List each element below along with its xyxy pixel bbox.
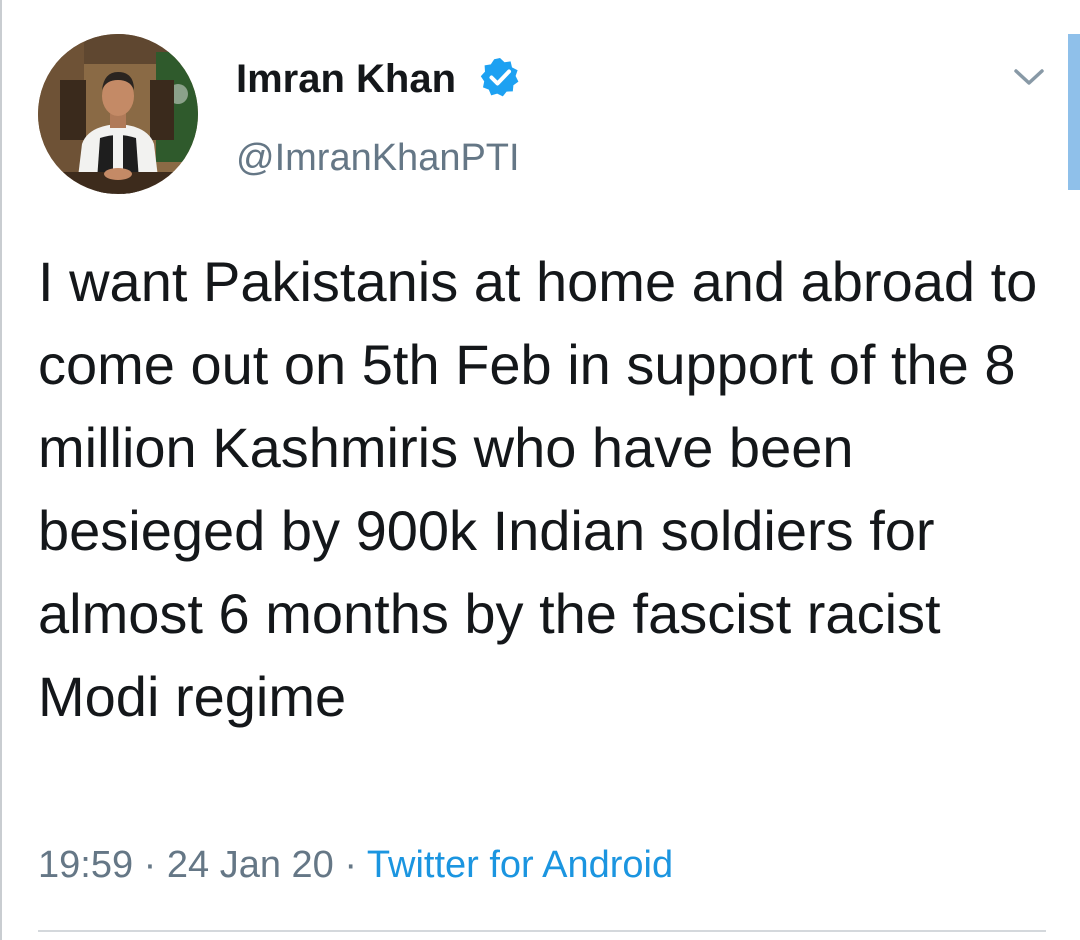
- tweet-text: I want Pakistanis at home and abroad to …: [38, 250, 1038, 728]
- verified-badge-icon: [480, 58, 519, 97]
- meta-separator: ·: [143, 844, 157, 886]
- user-handle[interactable]: @ImranKhanPTI: [236, 136, 520, 180]
- tweet-time[interactable]: 19:59: [38, 844, 133, 886]
- avatar[interactable]: [38, 34, 198, 194]
- tweet-metadata: 19:59 · 24 Jan 20 · Twitter for Android: [38, 842, 673, 888]
- divider: [38, 930, 1046, 932]
- tweet-date[interactable]: 24 Jan 20: [167, 844, 334, 886]
- window-left-border: [0, 0, 2, 940]
- avatar-photo: [38, 34, 198, 194]
- meta-separator: ·: [344, 844, 358, 886]
- scrollbar-thumb[interactable]: [1068, 34, 1080, 190]
- tweet-source-link[interactable]: Twitter for Android: [367, 844, 673, 886]
- chevron-down-icon[interactable]: [1006, 60, 1052, 94]
- display-name[interactable]: Imran Khan: [236, 56, 456, 102]
